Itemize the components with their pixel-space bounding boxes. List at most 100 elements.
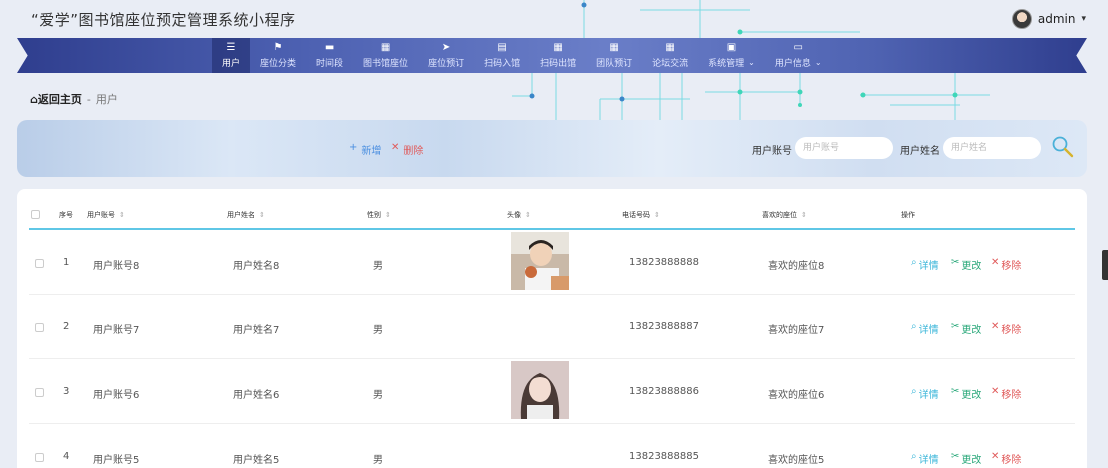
briefcase-icon: ▬ (324, 41, 335, 53)
edit-button[interactable]: ✂ 更改 (951, 321, 981, 336)
breadcrumb: ⌂返回主页 - 用户 (30, 91, 118, 107)
window-icon: ▭ (793, 41, 803, 53)
remove-button[interactable]: ✕ 移除 (991, 386, 1021, 401)
header-account[interactable]: 用户账号 ⇕ (87, 210, 125, 220)
header-index: 序号 (59, 211, 73, 219)
name-search-input[interactable] (943, 137, 1041, 159)
search-detail-icon: ⌕ (911, 386, 917, 397)
row-checkbox[interactable] (35, 453, 44, 465)
search-icon[interactable] (1051, 135, 1075, 159)
detail-button[interactable]: ⌕ 详情 (911, 257, 939, 272)
nav-item-time-slot[interactable]: ▬ 时间段 (306, 38, 353, 73)
edit-button[interactable]: ✂ 更改 (951, 257, 981, 272)
header-photo[interactable]: 头像 ⇕ (507, 210, 531, 220)
row-checkbox[interactable] (35, 323, 44, 335)
account-search-input[interactable] (795, 137, 893, 159)
nav-item-system-management[interactable]: ▣ 系统管理 ⌄ (698, 38, 765, 73)
header-name[interactable]: 用户姓名 ⇕ (227, 210, 265, 220)
nav-item-label: 系统管理 (708, 58, 745, 69)
row-index: 4 (63, 451, 70, 462)
row-name: 用户姓名7 (233, 325, 280, 336)
scissors-icon: ✂ (951, 386, 960, 397)
row-checkbox[interactable] (35, 388, 44, 400)
row-account: 用户账号8 (93, 261, 140, 272)
select-all-checkbox[interactable] (31, 210, 40, 219)
nav-item-team-booking[interactable]: ▦ 团队预订 (586, 38, 642, 73)
chevron-down-icon: ⌄ (748, 57, 755, 67)
delete-button[interactable]: ✕ 删除 (391, 142, 423, 157)
header-seat[interactable]: 喜欢的座位 ⇕ (762, 210, 807, 220)
row-name: 用户姓名6 (233, 390, 280, 401)
nav-item-label: 用户信息 (774, 58, 811, 69)
grid-icon: ▦ (380, 41, 391, 53)
nav-item-label: 座位分类 (260, 58, 297, 69)
row-gender: 男 (373, 261, 383, 272)
nav-item-scan-in[interactable]: ▤ 扫码入馆 (474, 38, 530, 73)
row-account: 用户账号7 (93, 325, 140, 336)
nav-item-user-info[interactable]: ▭ 用户信息 ⌄ (765, 38, 832, 73)
nav-item-label: 论坛交流 (652, 58, 689, 69)
breadcrumb-home-link[interactable]: ⌂返回主页 (30, 91, 82, 107)
row-gender: 男 (373, 325, 383, 336)
detail-button[interactable]: ⌕ 详情 (911, 386, 939, 401)
avatar[interactable] (1011, 9, 1032, 29)
row-gender: 男 (373, 390, 383, 401)
top-bar: “爱学”图书馆座位预定管理系统小程序 admin ▾ (0, 0, 1108, 38)
sort-icon: ⇕ (525, 211, 531, 219)
nav-item-label: 座位预订 (428, 58, 465, 69)
row-index: 3 (63, 386, 70, 397)
row-name: 用户姓名5 (233, 455, 280, 466)
scroll-handle[interactable] (1102, 250, 1108, 280)
remove-button[interactable]: ✕ 移除 (991, 451, 1021, 466)
nav-item-seat-booking[interactable]: ➤ 座位预订 (418, 38, 474, 73)
nav-menu: ☰ 用户 ⚑ 座位分类 ▬ 时间段 ▦ 图书馆座位 ➤ 座位预订 ▤ 扫码入馆 … (212, 38, 832, 73)
row-checkbox[interactable] (35, 259, 44, 271)
row-phone: 13823888888 (629, 257, 699, 268)
search-detail-icon: ⌕ (911, 321, 917, 332)
data-table: 序号 用户账号 ⇕ 用户姓名 ⇕ 性别 ⇕ 头像 ⇕ 电话号码 ⇕ 喜欢的座位 ⇕ 操作 1… (17, 189, 1087, 468)
scissors-icon: ✂ (951, 257, 960, 268)
table-row: 4 用户账号5 用户姓名5 男 13823888885 喜欢的座位5 ⌕ 详情 ✂ 更改 ✕ 移除 (29, 424, 1075, 468)
plus-icon: + (349, 142, 358, 153)
row-account: 用户账号5 (93, 455, 140, 466)
add-button[interactable]: + 新增 (349, 142, 381, 157)
nav-item-label: 团队预订 (596, 58, 633, 69)
row-index: 2 (63, 321, 70, 332)
sort-icon: ⇕ (259, 211, 265, 219)
row-name: 用户姓名8 (233, 261, 280, 272)
nav-item-forum[interactable]: ▦ 论坛交流 (642, 38, 698, 73)
edit-button[interactable]: ✂ 更改 (951, 386, 981, 401)
chevron-down-icon[interactable]: ▾ (1081, 14, 1086, 24)
table-row: 2 用户账号7 用户姓名7 男 13823888887 喜欢的座位7 ⌕ 详情 ✂ 更改 ✕ 移除 (29, 294, 1075, 359)
breadcrumb-current: 用户 (95, 93, 118, 106)
home-icon: ⌂ (30, 93, 38, 106)
edit-button[interactable]: ✂ 更改 (951, 451, 981, 466)
remove-button[interactable]: ✕ 移除 (991, 257, 1021, 272)
close-icon: ✕ (991, 386, 1000, 397)
nav-item-label: 时间段 (316, 58, 344, 69)
nav-item-users[interactable]: ☰ 用户 (212, 38, 251, 73)
table-row: 1 用户账号8 用户姓名8 男 13823888888 喜欢的座位8 ⌕ 详情 ✂ 更改 ✕ 移除 (29, 230, 1075, 295)
sort-icon: ⇕ (801, 211, 807, 219)
close-icon: ✕ (391, 142, 400, 153)
user-name[interactable]: admin (1038, 12, 1076, 26)
nav-item-scan-out[interactable]: ▦ 扫码出馆 (530, 38, 586, 73)
nav-item-seat-category[interactable]: ⚑ 座位分类 (250, 38, 306, 73)
account-label: 用户账号 (752, 146, 792, 157)
sort-icon: ⇕ (119, 211, 125, 219)
nav-item-library-seat[interactable]: ▦ 图书馆座位 (353, 38, 418, 73)
header-gender[interactable]: 性别 ⇕ (367, 210, 391, 220)
name-label: 用户姓名 (900, 146, 940, 157)
remove-button[interactable]: ✕ 移除 (991, 321, 1021, 336)
detail-button[interactable]: ⌕ 详情 (911, 321, 939, 336)
header-phone[interactable]: 电话号码 ⇕ (622, 210, 660, 220)
table-row: 3 用户账号6 用户姓名6 男 13823888886 喜欢的座位6 ⌕ 详情 ✂ 更改 ✕ 移除 (29, 359, 1075, 424)
table-header: 序号 用户账号 ⇕ 用户姓名 ⇕ 性别 ⇕ 头像 ⇕ 电话号码 ⇕ 喜欢的座位 ⇕ 操作 (29, 202, 1075, 230)
detail-button[interactable]: ⌕ 详情 (911, 451, 939, 466)
user-menu[interactable]: admin ▾ (1011, 9, 1086, 29)
flag-icon: ⚑ (273, 41, 283, 53)
row-phone: 13823888886 (629, 386, 699, 397)
app-title: “爱学”图书馆座位预定管理系统小程序 (31, 11, 296, 29)
chevron-down-icon: ⌄ (814, 57, 822, 67)
close-icon: ✕ (991, 257, 1000, 268)
